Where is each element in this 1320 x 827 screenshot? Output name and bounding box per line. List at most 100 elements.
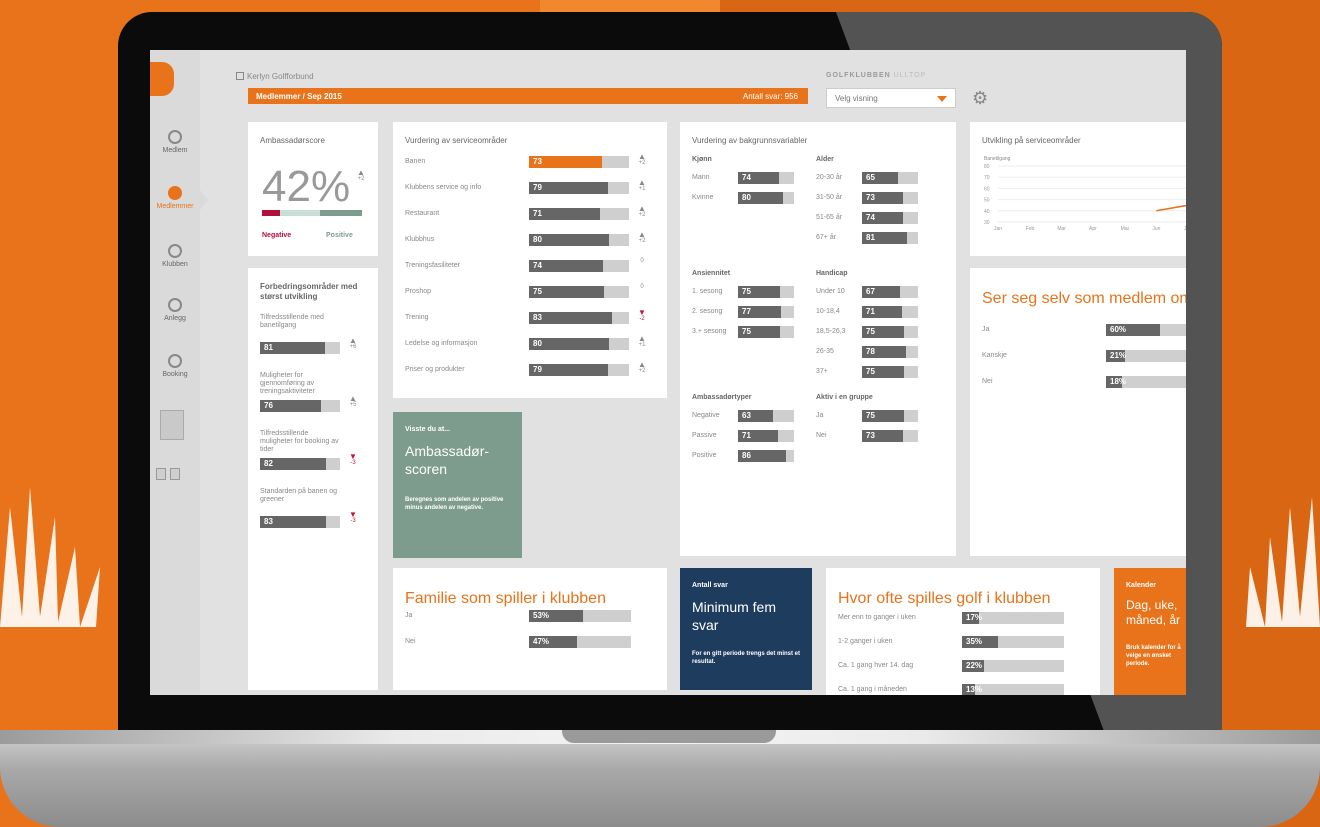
service-label: Priser og produkter (405, 366, 465, 373)
driver-label: Tilfredsstillende muligheter for booking… (260, 430, 339, 453)
plus-icon (168, 244, 182, 258)
segment-label: 37+ (816, 368, 828, 375)
service-label: Banen (405, 158, 426, 165)
segment-label: Positive (692, 452, 717, 459)
x-tick-label: Mai (1121, 226, 1129, 232)
score-bar: 63 (738, 410, 794, 422)
positive-label: Positive (326, 232, 353, 239)
score-value: 83 (533, 313, 542, 322)
score-value: 80 (533, 235, 542, 244)
score-bar: 73 (862, 430, 918, 442)
score-value: 67 (866, 287, 875, 296)
score-bar: 74 (862, 212, 918, 224)
segment-label: Passive (692, 432, 717, 439)
score-bar: 75 (862, 366, 918, 378)
score-value: 73 (533, 157, 542, 166)
score-value: 74 (742, 173, 751, 182)
trend-indicator: ▲ +5 (348, 395, 358, 409)
trend-indicator: 0 (637, 284, 647, 290)
score-value: 65 (866, 173, 875, 182)
segment-title: Aktiv i en gruppe (816, 394, 873, 401)
service-label: Proshop (405, 288, 432, 295)
score-bar: 78 (862, 346, 918, 358)
segment-label: Nei (816, 432, 827, 439)
score-value: 17% (966, 613, 983, 622)
trend-indicator: ▲ +2 (637, 205, 647, 219)
trend-value: +2 (638, 238, 646, 244)
trend-indicator: ▲ +2 (637, 361, 647, 375)
score-value: 73 (866, 193, 875, 202)
calendar-icon[interactable] (160, 410, 184, 440)
answer-label: Ja (405, 612, 413, 619)
segment-label: Kvinne (692, 194, 714, 201)
answer-label: Nei (982, 378, 993, 385)
segment-label: Mann (692, 174, 710, 181)
card-title: Familie som spiller i klubben (405, 590, 606, 607)
score-bar: 73 (862, 192, 918, 204)
home-icon (236, 72, 244, 80)
score-value: 83 (264, 517, 273, 526)
x-tick-label: Apr (1089, 226, 1097, 232)
trend-indicator: ▼ -3 (348, 453, 358, 467)
breadcrumb[interactable]: Kerlyn Golfforbund (236, 72, 314, 81)
score-bar: 83 (260, 516, 340, 528)
score-value: 75 (533, 287, 542, 296)
gear-icon[interactable]: ⚙ (972, 88, 988, 108)
laptop-bezel: Medlem Medlemmer Klubben Anlegg Booking … (118, 12, 1222, 740)
segment-label: 51-65 år (816, 214, 843, 221)
view-select[interactable]: Velg visning (826, 88, 956, 108)
score-bar: 71 (738, 430, 794, 442)
score-value: 80 (533, 339, 542, 348)
score-bar: 76 (260, 400, 340, 412)
score-bar: 74 (529, 260, 629, 272)
self-member-card: Ser seg selv som medlem om Ja 60% Kanskje 2… (970, 268, 1186, 556)
sidebar-item-anlegg[interactable]: Anlegg (150, 298, 200, 322)
segment-title: Alder (816, 156, 834, 163)
y-tick-label: 60 (984, 186, 990, 192)
card-title: Utvikling på serviceområder (982, 136, 1081, 145)
card-title: Forbedringsområder med størst utvikling (260, 282, 358, 301)
score-value: 79 (533, 365, 542, 374)
negative-label: Negative (262, 232, 292, 239)
person-icon (168, 130, 182, 144)
score-value: 75 (866, 367, 875, 376)
calendar-small-icon[interactable] (170, 468, 180, 480)
segment-label: Negative (692, 412, 720, 419)
answer-label: Mer enn to ganger i uken (838, 614, 916, 621)
x-tick-label: Jun (1152, 226, 1160, 232)
score-value: 86 (742, 451, 751, 460)
score-value: 77 (742, 307, 751, 316)
trend-indicator: ▲ +1 (637, 179, 647, 193)
trend-value: +1 (638, 186, 646, 192)
sidebar-item-medlem[interactable]: Medlem (150, 130, 200, 154)
card-title: Ser seg selv som medlem om (982, 290, 1186, 307)
trend-value: -3 (350, 518, 356, 524)
score-value: 47% (533, 637, 550, 646)
sidebar-item-booking[interactable]: Booking (150, 354, 200, 378)
drivers-card: Forbedringsområder med størst utvikling … (248, 268, 378, 690)
family-card: Familie som spiller i klubben Ja 53% Nei 47… (393, 568, 667, 690)
segment-label: Under 10 (816, 288, 845, 295)
app-logo[interactable] (150, 62, 174, 96)
score-bar: 17% (962, 612, 1064, 624)
service-card: Vurdering av serviceområder Banen 73 ▲ +2 Kl… (393, 122, 667, 398)
trend-indicator: ▲ +2 (637, 153, 647, 167)
trend-chart-card: Utvikling på serviceområder Banetilgang … (970, 122, 1186, 256)
trend-value: +5 (349, 402, 357, 408)
score-value: 53% (533, 611, 550, 620)
sidebar-item-klubben[interactable]: Klubben (150, 244, 200, 268)
segment-label: 1. sesong (692, 288, 723, 295)
score-bar: 81 (862, 232, 918, 244)
trend-value: -3 (350, 460, 356, 466)
answers-tile: Antall svar Minimum fem svar For en gitt… (680, 568, 812, 690)
service-label: Klubbens service og info (405, 184, 482, 191)
segment-label: 10-18,4 (816, 308, 840, 315)
segment-title: Ambassadørtyper (692, 394, 752, 401)
score-value: 73 (866, 431, 875, 440)
sidebar-item-medlemmer[interactable]: Medlemmer (150, 186, 200, 210)
trend-chart: 80 70 60 50 40 30 Jan Feb Mar Apr Mai Jun Jul (984, 164, 1186, 232)
score-bar: 79 (529, 182, 629, 194)
score-value: 74 (533, 261, 542, 270)
score-value: 71 (533, 209, 542, 218)
calendar-small-icon[interactable] (156, 468, 166, 480)
